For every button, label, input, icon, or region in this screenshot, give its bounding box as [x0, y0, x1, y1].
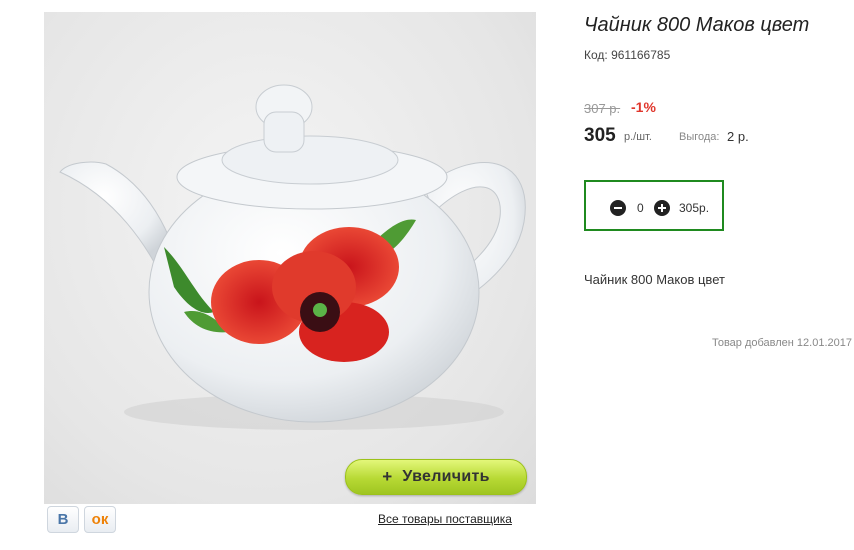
discount-badge: -1%	[631, 99, 656, 115]
product-description: Чайник 800 Маков цвет	[584, 272, 725, 287]
product-image[interactable]: + Увеличить	[44, 12, 536, 504]
odnoklassniki-icon: ок	[91, 511, 109, 528]
benefit-value: 2 р.	[727, 129, 749, 144]
quantity-stepper: 0 305р.	[584, 180, 724, 231]
supplier-products-link[interactable]: Все товары поставщика	[378, 512, 512, 526]
old-price: 307 р.	[584, 101, 621, 116]
benefit-label: Выгода:	[679, 131, 720, 143]
social-share: В ок	[47, 506, 116, 533]
vk-icon: В	[57, 511, 69, 528]
odnoklassniki-share-button[interactable]: ок	[84, 506, 116, 533]
product-code: Код: 961166785	[584, 48, 671, 62]
minus-icon[interactable]	[610, 200, 626, 216]
price-unit: р./шт.	[624, 131, 652, 143]
quantity-total: 305р.	[679, 201, 710, 215]
quantity-value[interactable]: 0	[637, 201, 644, 215]
current-price: 305	[584, 125, 616, 146]
vk-share-button[interactable]: В	[47, 506, 79, 533]
product-title: Чайник 800 Маков цвет	[584, 14, 810, 36]
plus-circle-icon[interactable]	[654, 200, 670, 216]
plus-icon: +	[382, 467, 393, 486]
added-date: Товар добавлен 12.01.2017	[711, 337, 852, 349]
zoom-button[interactable]: + Увеличить	[345, 459, 527, 495]
zoom-label: Увеличить	[402, 468, 490, 485]
teapot-illustration	[59, 84, 526, 430]
